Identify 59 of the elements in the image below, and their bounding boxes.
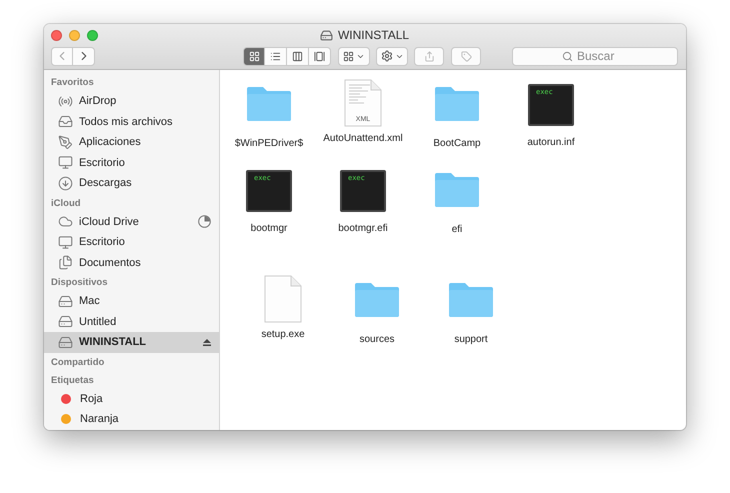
sidebar-item[interactable]: Escritorio: [44, 152, 219, 173]
close-button[interactable]: [51, 30, 62, 41]
file-item[interactable]: sources: [330, 275, 424, 345]
file-item[interactable]: support: [424, 275, 518, 345]
grid-icon: [343, 50, 354, 62]
download-icon: [58, 176, 73, 191]
column-view-button[interactable]: [287, 46, 309, 66]
sidebar-item[interactable]: Escritorio: [44, 232, 219, 252]
tray-icon: [58, 114, 73, 130]
broadcast-icon: [58, 94, 73, 109]
list-view-button[interactable]: [265, 46, 287, 66]
search-field[interactable]: Buscar: [512, 46, 678, 66]
sidebar-item[interactable]: Aplicaciones: [44, 132, 219, 152]
sidebar-section-title: Compartido: [50, 356, 106, 370]
gallery-icon: [314, 50, 325, 62]
file-item[interactable]: $WinPEDriver$: [222, 79, 316, 149]
sidebar-item[interactable]: Documentos: [44, 252, 219, 273]
file-item[interactable]: setup.exe: [236, 275, 330, 345]
file-item[interactable]: efi: [410, 165, 504, 235]
sidebar-item[interactable]: AirDrop: [44, 91, 219, 112]
sidebar-item[interactable]: Todos mis archivos: [44, 112, 219, 132]
drive-icon: [320, 28, 333, 42]
pen-icon: [58, 134, 73, 150]
gear-icon: [380, 50, 392, 62]
drive-icon: [58, 334, 73, 350]
sidebar-item[interactable]: Untitled: [44, 312, 219, 332]
sidebar-item[interactable]: Roja: [44, 388, 219, 409]
columns-icon: [292, 50, 303, 62]
sidebar-item[interactable]: Mac: [44, 291, 219, 312]
eject-icon[interactable]: [203, 338, 211, 346]
list-icon: [270, 50, 281, 62]
sidebar-section-title: Dispositivos: [50, 276, 108, 290]
sidebar-item[interactable]: WININSTALL: [44, 332, 219, 352]
progress-pie-icon: [198, 215, 211, 228]
drive-icon: [58, 294, 73, 309]
cover-flow-button[interactable]: [309, 46, 331, 66]
sidebar-section-title: Favoritos: [50, 76, 95, 90]
document-icon: [264, 275, 302, 323]
icon-view-button[interactable]: [243, 46, 265, 66]
documents-icon: [58, 255, 73, 270]
monitor-icon: [58, 234, 73, 250]
grid-icon: [248, 50, 260, 62]
forward-button[interactable]: [73, 46, 95, 66]
tag-icon: [460, 50, 472, 62]
cloud-icon: [58, 214, 73, 230]
sidebar-item[interactable]: Naranja: [44, 409, 219, 430]
file-item[interactable]: BootCamp: [410, 79, 504, 149]
sidebar-item[interactable]: iCloud Drive: [44, 212, 219, 232]
sidebar-item[interactable]: Descargas: [44, 173, 219, 194]
settings-button[interactable]: [376, 46, 408, 66]
drive-icon: [58, 314, 73, 330]
zoom-button[interactable]: [87, 30, 98, 41]
document-icon: [344, 79, 382, 127]
arrange-button[interactable]: [338, 46, 370, 66]
sidebar-section-title: Etiquetas: [50, 374, 95, 388]
monitor-icon: [58, 155, 73, 170]
share-icon: [424, 50, 434, 62]
sidebar-section-title: iCloud: [50, 196, 82, 210]
window-title: WININSTALL: [338, 28, 410, 42]
